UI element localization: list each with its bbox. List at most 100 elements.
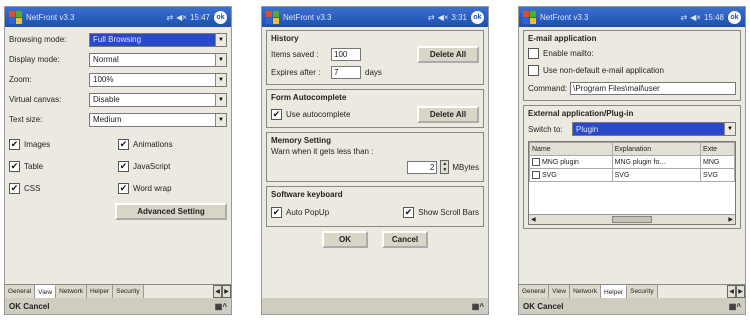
keyboard-icon[interactable]: ▦^ bbox=[729, 302, 741, 311]
auto-popup-checkbox[interactable]: ✔ Auto PopUp bbox=[271, 201, 329, 223]
tab-left-arrow-icon[interactable]: ◀ bbox=[727, 285, 736, 298]
table-checkbox[interactable]: ✔ Table bbox=[9, 155, 118, 177]
command-label: Command: bbox=[528, 83, 568, 93]
images-checkbox[interactable]: ✔ Images bbox=[9, 133, 118, 155]
history-group: History Items saved : 100 Delete All Exp… bbox=[266, 30, 484, 85]
command-input[interactable]: \Program Files\mail\user bbox=[570, 81, 736, 95]
switch-to-label: Switch to: bbox=[528, 124, 563, 134]
scroll-thumb[interactable] bbox=[612, 216, 652, 223]
enable-mailto-checkbox[interactable]: Enable mailto: bbox=[528, 45, 736, 62]
title-bar: NetFront v3.3 ⇄ ◀× 15:47 ok bbox=[5, 7, 231, 27]
tab-right-arrow-icon[interactable]: ▶ bbox=[736, 285, 745, 298]
speaker-icon: ◀× bbox=[437, 12, 449, 22]
keyboard-icon[interactable]: ▦^ bbox=[472, 302, 484, 311]
windows-logo-icon bbox=[266, 10, 279, 24]
scroll-right-icon[interactable]: ▶ bbox=[728, 216, 733, 223]
virtual-canvas-select[interactable]: Disable ▼ bbox=[89, 92, 227, 107]
zoom-select[interactable]: 100% ▼ bbox=[89, 72, 227, 87]
chevron-down-icon: ▼ bbox=[724, 123, 735, 135]
history-delete-all-button[interactable]: Delete All bbox=[417, 45, 479, 63]
horizontal-scrollbar[interactable]: ◀ ▶ bbox=[529, 214, 735, 224]
menu-bar: OK Cancel ▦^ bbox=[519, 298, 745, 314]
software-keyboard-group: Software keyboard ✔ Auto PopUp ✔ Show Scro… bbox=[266, 186, 484, 227]
menu-bar: OK Cancel ▦^ bbox=[5, 298, 231, 314]
view-settings-screen: NetFront v3.3 ⇄ ◀× 15:47 ok Browsing mode:… bbox=[4, 6, 232, 315]
app-title: NetFront v3.3 bbox=[283, 12, 332, 22]
keyboard-icon[interactable]: ▦^ bbox=[215, 302, 227, 311]
css-checkbox[interactable]: ✔ CSS bbox=[9, 177, 118, 199]
switch-to-select[interactable]: Plugin ▼ bbox=[572, 122, 736, 136]
chevron-down-icon: ▼ bbox=[215, 53, 226, 66]
column-header-explanation[interactable]: Explanation bbox=[611, 142, 702, 156]
connection-icon: ⇄ bbox=[680, 12, 688, 22]
display-mode-select[interactable]: Normal ▼ bbox=[89, 52, 227, 67]
items-saved-input[interactable]: 100 bbox=[331, 47, 361, 61]
app-title: NetFront v3.3 bbox=[540, 12, 589, 22]
row-checkbox[interactable] bbox=[532, 158, 540, 166]
show-scroll-bars-checkbox[interactable]: ✔ Show Scroll Bars bbox=[403, 201, 479, 223]
row-checkbox[interactable] bbox=[532, 171, 540, 179]
ok-cancel-menu[interactable]: OK Cancel bbox=[9, 302, 49, 311]
table-row[interactable]: MNG plugin MNG plugin fo... MNG bbox=[529, 155, 735, 169]
tab-bar: General View Network Helper Security ◀ ▶ bbox=[519, 284, 745, 298]
tab-bar: General View Network Helper Security ◀ ▶ bbox=[5, 284, 231, 298]
tab-security[interactable]: Security bbox=[113, 285, 144, 298]
tab-security[interactable]: Security bbox=[627, 285, 658, 298]
tab-helper[interactable]: Helper bbox=[600, 285, 628, 298]
memory-setting-group: Memory Setting Warn when it gets less th… bbox=[266, 132, 484, 182]
tab-network[interactable]: Network bbox=[570, 285, 601, 298]
items-saved-label: Items saved : bbox=[271, 49, 319, 59]
tab-helper[interactable]: Helper bbox=[86, 285, 114, 298]
speaker-icon: ◀× bbox=[176, 12, 187, 22]
clock: 15:48 bbox=[703, 12, 724, 22]
expires-after-input[interactable]: 7 bbox=[331, 65, 361, 79]
ok-circle-button[interactable]: ok bbox=[214, 10, 227, 24]
text-size-label: Text size: bbox=[9, 115, 43, 124]
form-autocomplete-title: Form Autocomplete bbox=[271, 93, 347, 102]
ok-cancel-menu[interactable]: OK Cancel bbox=[523, 302, 563, 311]
ok-button[interactable]: OK bbox=[322, 231, 368, 248]
expires-after-label: Expires after : bbox=[271, 67, 321, 77]
mbytes-label: MBytes bbox=[452, 162, 479, 172]
tab-view[interactable]: View bbox=[35, 285, 57, 298]
plugin-list[interactable]: Name Explanation Exte MNG plugin MNG plu… bbox=[528, 141, 736, 225]
speaker-icon: ◀× bbox=[690, 12, 701, 22]
word-wrap-checkbox[interactable]: ✔ Word wrap bbox=[118, 177, 227, 199]
zoom-label: Zoom: bbox=[9, 75, 32, 84]
column-header-extension[interactable]: Exte bbox=[700, 142, 735, 156]
email-application-title: E-mail application bbox=[528, 34, 597, 43]
ok-circle-button[interactable]: ok bbox=[471, 10, 484, 24]
ok-circle-button[interactable]: ok bbox=[728, 10, 741, 24]
email-application-group: E-mail application Enable mailto: Use no… bbox=[523, 30, 741, 101]
memory-value-input[interactable]: 2 bbox=[407, 160, 438, 174]
cancel-button[interactable]: Cancel bbox=[382, 231, 428, 248]
title-bar: NetFront v3.3 ⇄ ◀× 15:48 ok bbox=[519, 7, 745, 27]
days-label: days bbox=[365, 67, 382, 77]
use-non-default-email-checkbox[interactable]: Use non-default e-mail application bbox=[528, 62, 736, 79]
tab-general[interactable]: General bbox=[5, 285, 36, 298]
form-autocomplete-group: Form Autocomplete ✔ Use autocomplete Dele… bbox=[266, 89, 484, 128]
tab-general[interactable]: General bbox=[519, 285, 550, 298]
windows-logo-icon bbox=[9, 10, 22, 24]
tab-network[interactable]: Network bbox=[56, 285, 87, 298]
javascript-checkbox[interactable]: ✔ JavaScript bbox=[118, 155, 227, 177]
spinner-arrows-icon[interactable]: ▲ ▼ bbox=[440, 160, 450, 174]
animations-checkbox[interactable]: ✔ Animations bbox=[118, 133, 227, 155]
chevron-down-icon: ▼ bbox=[215, 73, 226, 86]
virtual-canvas-label: Virtual canvas: bbox=[9, 95, 62, 104]
form-delete-all-button[interactable]: Delete All bbox=[417, 105, 479, 123]
warn-label: Warn when it gets less than : bbox=[271, 147, 374, 156]
connection-icon: ⇄ bbox=[166, 12, 174, 22]
text-size-select[interactable]: Medium ▼ bbox=[89, 112, 227, 127]
tab-right-arrow-icon[interactable]: ▶ bbox=[222, 285, 231, 298]
tab-view[interactable]: View bbox=[549, 285, 571, 298]
column-header-name[interactable]: Name bbox=[529, 142, 613, 156]
table-row[interactable]: SVG SVG SVG bbox=[529, 168, 735, 182]
scroll-left-icon[interactable]: ◀ bbox=[531, 216, 536, 223]
app-title: NetFront v3.3 bbox=[26, 12, 75, 22]
use-autocomplete-checkbox[interactable]: ✔ Use autocomplete bbox=[271, 103, 350, 125]
browsing-mode-select[interactable]: Full Browsing ▼ bbox=[89, 32, 227, 47]
advanced-setting-button[interactable]: Advanced Setting bbox=[115, 203, 227, 220]
tab-left-arrow-icon[interactable]: ◀ bbox=[213, 285, 222, 298]
external-application-title: External application/Plug-in bbox=[528, 109, 634, 118]
